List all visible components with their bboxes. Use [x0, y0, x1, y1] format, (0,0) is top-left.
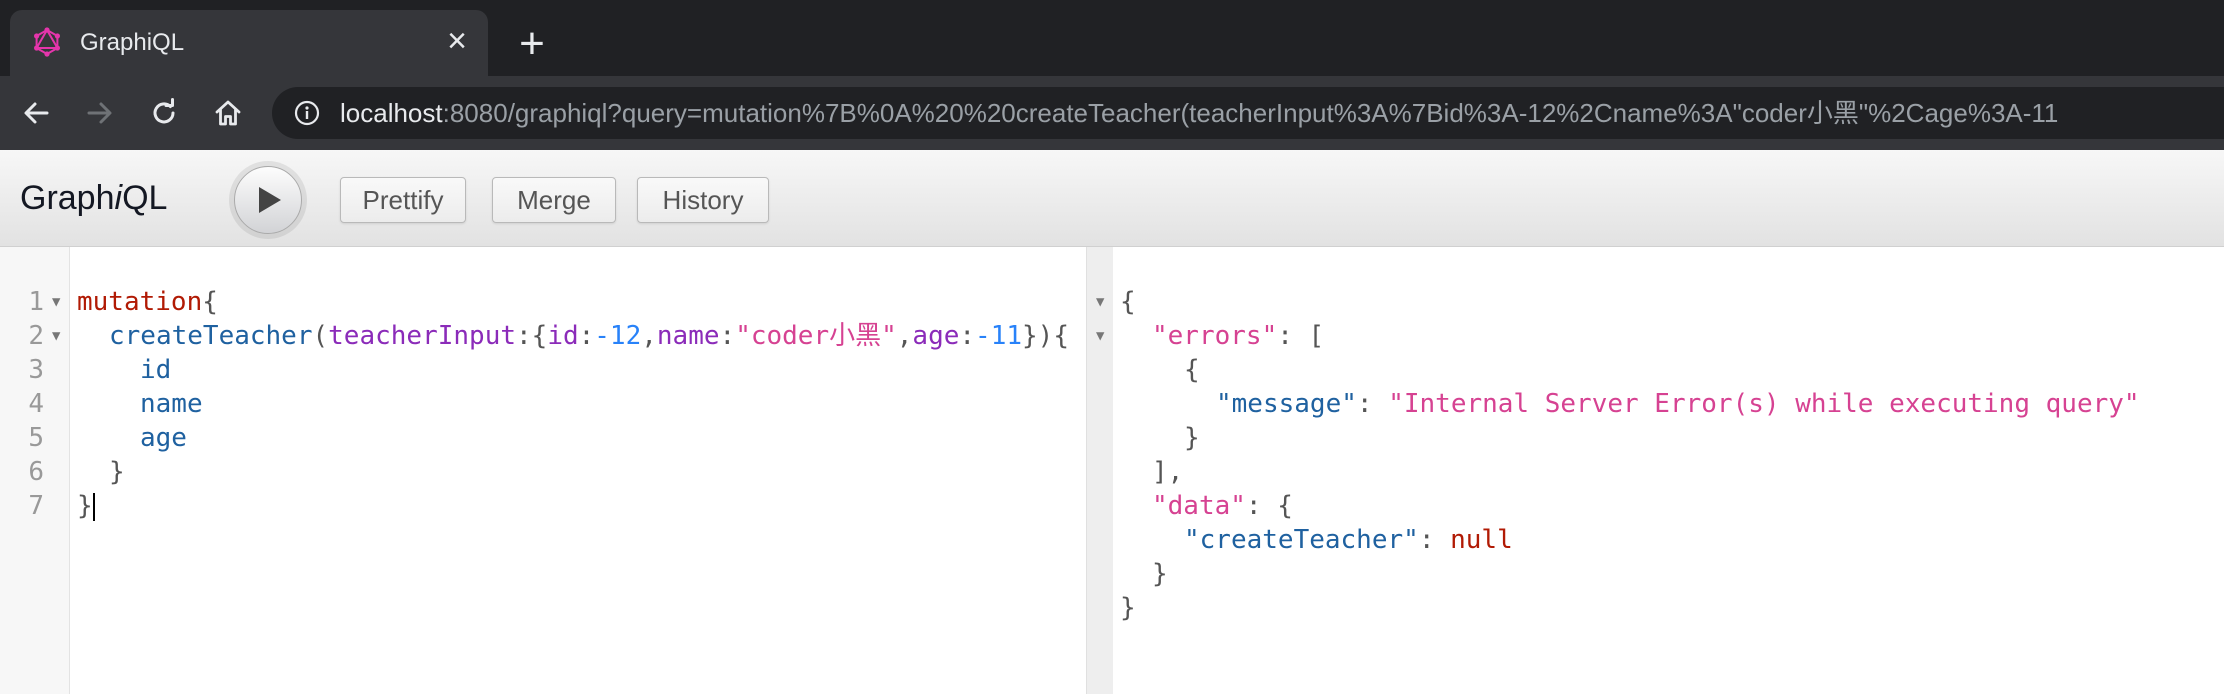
property-key: "data"	[1152, 491, 1246, 521]
line-number-gutter: 1 2 3 4 5 6 7 ▼ ▼	[0, 247, 70, 694]
result-line: "message": "Internal Server Error(s) whi…	[1216, 387, 2140, 421]
line-number: 4	[28, 389, 44, 419]
reload-icon[interactable]	[140, 89, 188, 137]
title-part-italic: i	[114, 179, 123, 217]
line-number: 5	[28, 423, 44, 453]
line-number: 7	[28, 491, 44, 521]
punctuation-token: }	[77, 491, 93, 521]
execute-query-button[interactable]	[234, 166, 302, 234]
text-cursor	[92, 492, 95, 521]
line-number: 3	[28, 355, 44, 385]
query-editor[interactable]: 1 2 3 4 5 6 7 ▼ ▼ mutation{ createTeache…	[0, 247, 1086, 694]
back-arrow-icon[interactable]	[12, 89, 60, 137]
keyword-token: mutation	[77, 287, 203, 317]
graphql-logo-icon	[32, 27, 62, 57]
result-line: {	[1120, 287, 1136, 317]
argument-token: id	[547, 321, 579, 351]
result-line: ],	[1152, 457, 1184, 487]
info-icon[interactable]	[294, 100, 320, 126]
number-token: -11	[975, 321, 1023, 351]
punctuation-token: :	[1418, 525, 1451, 555]
forward-arrow-icon[interactable]	[76, 89, 124, 137]
result-line: "createTeacher": null	[1184, 523, 1513, 557]
argument-token: age	[912, 321, 960, 351]
line-number: 2	[28, 321, 44, 351]
punctuation-token: : [	[1277, 321, 1325, 351]
browser-tab-strip: GraphiQL × +	[0, 0, 2224, 76]
string-value: "Internal Server Error(s) while executin…	[1388, 389, 2140, 419]
code-line: }	[77, 489, 95, 523]
property-key: "errors"	[1152, 321, 1278, 351]
punctuation-token: :{	[516, 321, 548, 351]
close-tab-icon[interactable]: ×	[442, 24, 472, 58]
result-viewer: ▼ ▼ { "errors": [ { "message": "Internal…	[1096, 247, 2224, 694]
merge-button[interactable]: Merge	[492, 177, 616, 223]
fold-arrow-icon[interactable]: ▼	[52, 285, 60, 319]
result-line: "data": {	[1152, 489, 1293, 523]
line-number: 6	[28, 457, 44, 487]
address-bar[interactable]: localhost:8080/graphiql?query=mutation%7…	[272, 87, 2224, 139]
result-line: }	[1184, 423, 1200, 453]
url-host: localhost	[340, 98, 443, 128]
result-line: {	[1184, 355, 1200, 385]
browser-tab[interactable]: GraphiQL ×	[10, 10, 488, 76]
fold-arrow-icon[interactable]: ▼	[1096, 319, 1104, 353]
argument-token: name	[656, 321, 720, 351]
graphiql-title: GraphiQL	[20, 178, 167, 218]
code-line: createTeacher(teacherInput:{id:-12,name:…	[109, 319, 1069, 353]
tab-title: GraphiQL	[80, 29, 185, 56]
result-line: "errors": [	[1152, 319, 1324, 353]
new-tab-button[interactable]: +	[512, 22, 552, 66]
property-key: "createTeacher"	[1184, 525, 1419, 555]
property-key: "message"	[1216, 389, 1357, 419]
argument-token: teacherInput	[328, 321, 516, 351]
code-line: }	[109, 457, 125, 487]
punctuation-token: ,	[896, 321, 913, 351]
punctuation-token: :	[578, 321, 595, 351]
null-value: null	[1450, 525, 1513, 555]
fold-arrow-icon[interactable]: ▼	[52, 319, 60, 353]
field-token: createTeacher	[109, 321, 313, 351]
title-part: Graph	[20, 179, 115, 217]
browser-toolbar: localhost:8080/graphiql?query=mutation%7…	[0, 76, 2224, 150]
play-icon	[259, 187, 281, 213]
number-token: -12	[594, 321, 642, 351]
string-token: "coder小黑"	[735, 321, 897, 351]
code-line: id	[140, 355, 172, 385]
prettify-button[interactable]: Prettify	[340, 177, 466, 223]
punctuation-token: (	[312, 321, 329, 351]
punctuation-token: :	[959, 321, 976, 351]
code-line: mutation{	[77, 285, 218, 319]
line-number: 1	[28, 287, 44, 317]
home-icon[interactable]	[204, 89, 252, 137]
code-line: name	[140, 389, 203, 419]
result-line: }	[1152, 559, 1168, 589]
graphiql-topbar: GraphiQL Prettify Merge History	[0, 150, 2224, 247]
punctuation-token: :	[719, 321, 736, 351]
punctuation-token: ,	[641, 321, 657, 351]
punctuation-token: {	[202, 287, 218, 317]
url-path: :8080/graphiql?query=mutation%7B%0A%20%2…	[442, 98, 2059, 128]
punctuation-token: :	[1356, 389, 1389, 419]
code-line: age	[140, 423, 187, 453]
fold-arrow-icon[interactable]: ▼	[1096, 285, 1104, 319]
history-button[interactable]: History	[637, 177, 769, 223]
title-part: QL	[122, 179, 168, 217]
punctuation-token: : {	[1245, 491, 1293, 521]
punctuation-token: }){	[1022, 321, 1069, 351]
result-line: }	[1120, 593, 1136, 623]
url-text[interactable]: localhost:8080/graphiql?query=mutation%7…	[340, 97, 2058, 129]
